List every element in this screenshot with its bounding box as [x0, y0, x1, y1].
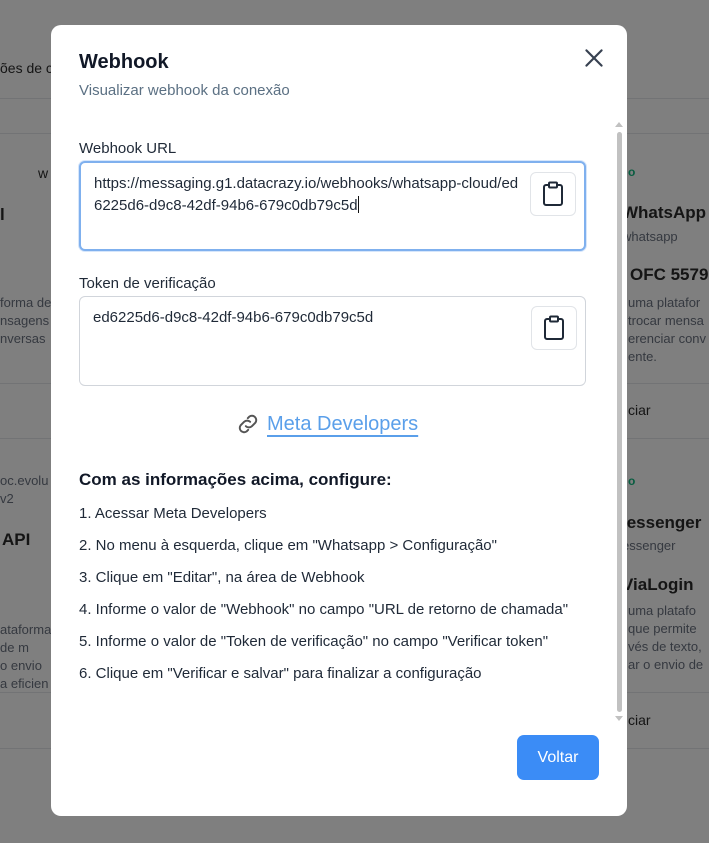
instruction-step: 1. Acessar Meta Developers — [79, 505, 267, 522]
verify-token-field[interactable]: ed6225d6-d9c8-42df-94b6-679c0db79c5d — [79, 296, 586, 386]
instructions-list: 1. Acessar Meta Developers 2. No menu à e… — [79, 503, 569, 685]
copy-webhook-url-button[interactable] — [530, 172, 576, 216]
clipboard-icon — [544, 315, 564, 340]
meta-developers-link-text[interactable]: Meta Developers — [267, 413, 418, 436]
webhook-url-value: https://messaging.g1.datacrazy.io/webhoo… — [94, 175, 519, 214]
clipboard-icon — [543, 181, 563, 206]
modal-scrollbar[interactable] — [614, 122, 624, 726]
verify-token-value: ed6225d6-d9c8-42df-94b6-679c0db79c5d — [93, 309, 374, 326]
text-caret — [357, 196, 359, 213]
copy-verify-token-button[interactable] — [531, 306, 577, 350]
close-icon — [585, 49, 603, 67]
scroll-down-arrow-icon[interactable] — [615, 716, 623, 721]
webhook-url-label: Webhook URL — [79, 140, 177, 157]
instruction-step: 6. Clique em "Verificar e salvar" para f… — [79, 665, 482, 682]
link-icon — [238, 414, 258, 434]
scroll-up-arrow-icon[interactable] — [615, 122, 623, 127]
instruction-step: 2. No menu à esquerda, clique em "Whatsa… — [79, 537, 497, 554]
instructions-heading: Com as informações acima, configure: — [79, 470, 392, 489]
close-button[interactable] — [581, 45, 607, 71]
meta-developers-link[interactable]: Meta Developers — [235, 411, 418, 437]
back-button[interactable]: Voltar — [517, 735, 599, 780]
instruction-step: 5. Informe o valor de "Token de verifica… — [79, 633, 549, 650]
webhook-url-field[interactable]: https://messaging.g1.datacrazy.io/webhoo… — [79, 161, 586, 251]
instruction-step: 4. Informe o valor de "Webhook" no campo… — [79, 601, 569, 618]
modal-subtitle: Visualizar webhook da conexão — [79, 82, 290, 99]
instruction-step: 3. Clique em "Editar", na área de Webhoo… — [79, 569, 365, 586]
scroll-thumb[interactable] — [617, 132, 622, 712]
webhook-modal: Webhook Visualizar webhook da conexão We… — [51, 25, 627, 816]
modal-title: Webhook — [79, 51, 169, 73]
verify-token-label: Token de verificação — [79, 275, 216, 292]
